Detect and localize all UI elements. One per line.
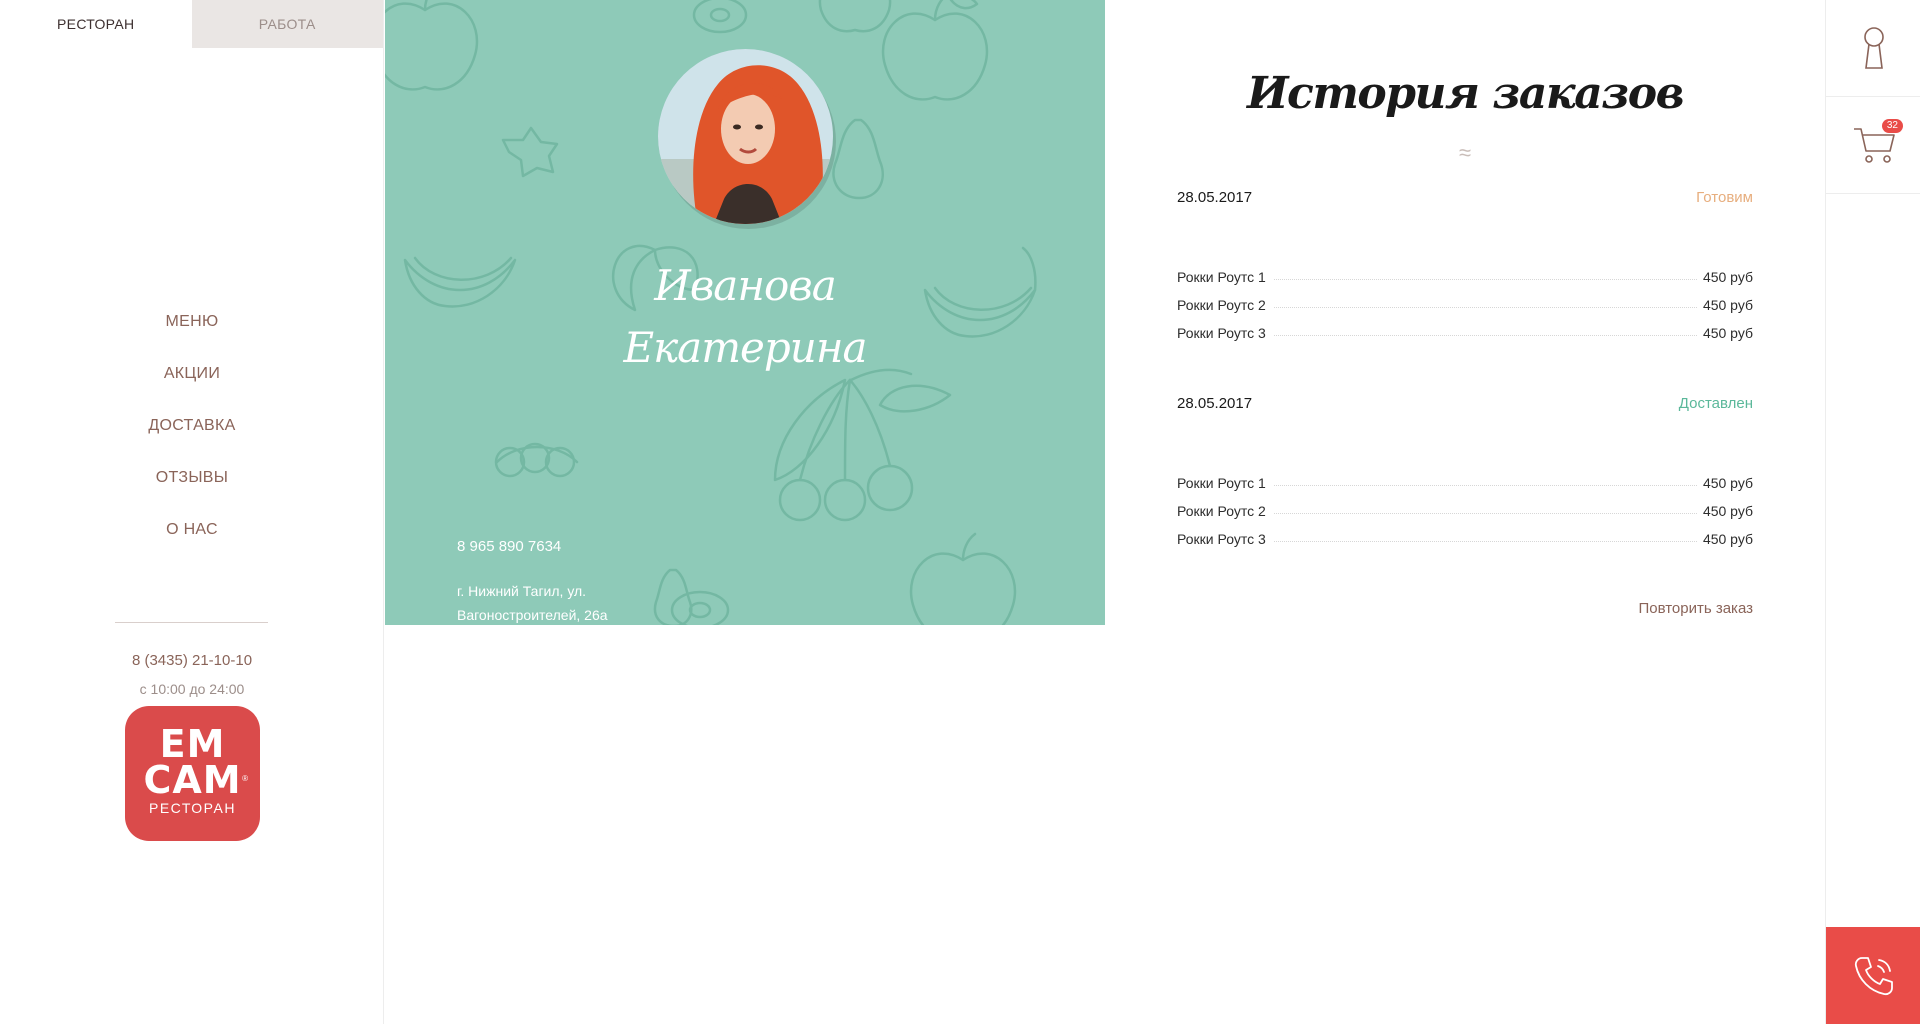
right-utility-bar: 32 <box>1825 0 1920 1024</box>
left-sidebar: РЕСТОРАН РАБОТА МЕНЮ АКЦИИ ДОСТАВКА ОТЗЫ… <box>0 0 384 1024</box>
profile-last-name: Иванова <box>654 261 837 310</box>
phone-icon <box>1854 956 1893 995</box>
repeat-order-link[interactable]: Повторить заказ <box>1638 600 1753 617</box>
item-price: 450 руб <box>1702 297 1753 313</box>
key-icon <box>1863 27 1884 69</box>
profile-full-name: Иванова Екатерина <box>385 255 1105 379</box>
order-item: Рокки Роутс 3 450 руб <box>1177 519 1753 547</box>
profile-address: г. Нижний Тагил, ул. Вагоностроителей, 2… <box>457 583 608 623</box>
item-leader <box>1273 513 1697 514</box>
opening-hours: с 10:00 до 24:00 <box>139 681 245 697</box>
pear-icon <box>832 118 884 200</box>
cart-count-badge: 32 <box>1881 119 1903 133</box>
order-status: Готовим <box>1696 189 1753 206</box>
item-leader <box>1273 541 1697 542</box>
item-price: 450 руб <box>1702 475 1753 491</box>
item-name: Рокки Роутс 3 <box>1177 531 1266 547</box>
order-item: Рокки Роутс 1 450 руб <box>1177 463 1753 491</box>
item-leader <box>1273 279 1697 280</box>
nav-item-reviews[interactable]: ОТЗЫВЫ <box>0 461 384 513</box>
tab-restaurant[interactable]: РЕСТОРАН <box>0 0 192 48</box>
page-title: История заказов <box>1246 68 1685 119</box>
order-items: Рокки Роутс 1 450 руб Рокки Роутс 2 450 … <box>1177 463 1753 547</box>
apple-icon <box>881 0 989 101</box>
item-price: 450 руб <box>1702 503 1753 519</box>
apple-icon <box>818 0 892 33</box>
order-status: Доставлен <box>1678 395 1753 412</box>
item-name: Рокки Роутс 1 <box>1177 269 1266 285</box>
order-item: Рокки Роутс 3 450 руб <box>1177 313 1753 341</box>
order-item: Рокки Роутс 2 450 руб <box>1177 285 1753 313</box>
item-name: Рокки Роутс 3 <box>1177 325 1266 341</box>
order-items: Рокки Роутс 1 450 руб Рокки Роутс 2 450 … <box>1177 257 1753 341</box>
order-date: 28.05.2017 <box>1177 189 1253 206</box>
order-date: 28.05.2017 <box>1177 395 1253 412</box>
order-header: 28.05.2017 Готовим <box>1177 189 1753 213</box>
cherries-icon <box>773 368 952 522</box>
starfruit-icon <box>501 126 559 178</box>
call-button[interactable] <box>1826 927 1920 1024</box>
order-card: 28.05.2017 Готовим Рокки Роутс 1 450 руб… <box>1177 189 1753 341</box>
profile-card: Иванова Екатерина 8 965 890 7634 г. Нижн… <box>385 0 1105 625</box>
top-tabs: РЕСТОРАН РАБОТА <box>0 0 383 48</box>
item-leader <box>1273 307 1697 308</box>
logo-line-2: CAM <box>143 758 242 802</box>
sidebar-divider <box>115 622 268 623</box>
item-name: Рокки Роутс 2 <box>1177 297 1266 313</box>
nav-item-about[interactable]: О НАС <box>0 513 384 565</box>
item-price: 450 руб <box>1702 269 1753 285</box>
logo-registered-mark: ® <box>242 774 248 783</box>
avatar-portrait-icon <box>658 49 833 224</box>
berries-icon <box>494 442 579 478</box>
user-avatar[interactable] <box>658 49 833 224</box>
avocado-icon <box>670 590 730 625</box>
restaurant-phone[interactable]: 8 (3435) 21-10-10 <box>0 652 384 669</box>
order-item: Рокки Роутс 1 450 руб <box>1177 257 1753 285</box>
item-name: Рокки Роутс 1 <box>1177 475 1266 491</box>
item-leader <box>1273 485 1697 486</box>
apple-icon <box>385 0 479 91</box>
nav-item-menu[interactable]: МЕНЮ <box>0 305 384 357</box>
logo-line-1: EM <box>159 722 226 766</box>
order-header: 28.05.2017 Доставлен <box>1177 395 1753 419</box>
nav-item-promotions[interactable]: АКЦИИ <box>0 357 384 409</box>
logo-subtitle: РЕСТОРАН <box>149 800 236 816</box>
restaurant-logo[interactable]: EM CAM РЕСТОРАН ® <box>125 706 260 841</box>
order-card: 28.05.2017 Доставлен Рокки Роутс 1 450 р… <box>1177 395 1753 547</box>
login-button[interactable] <box>1826 0 1920 97</box>
cart-button[interactable]: 32 <box>1826 97 1920 194</box>
avocado-icon <box>692 0 748 34</box>
apple-icon <box>909 532 1017 625</box>
title-ornament-icon: ≈ <box>1458 140 1472 165</box>
nav-item-delivery[interactable]: ДОСТАВКА <box>0 409 384 461</box>
profile-phone: 8 965 890 7634 <box>457 538 562 555</box>
item-price: 450 руб <box>1702 325 1753 341</box>
item-name: Рокки Роутс 2 <box>1177 503 1266 519</box>
item-price: 450 руб <box>1702 531 1753 547</box>
main-nav: МЕНЮ АКЦИИ ДОСТАВКА ОТЗЫВЫ О НАС <box>0 305 384 565</box>
tab-work[interactable]: РАБОТА <box>191 0 383 48</box>
profile-first-name: Екатерина <box>623 323 867 372</box>
order-item: Рокки Роутс 2 450 руб <box>1177 491 1753 519</box>
item-leader <box>1273 335 1697 336</box>
